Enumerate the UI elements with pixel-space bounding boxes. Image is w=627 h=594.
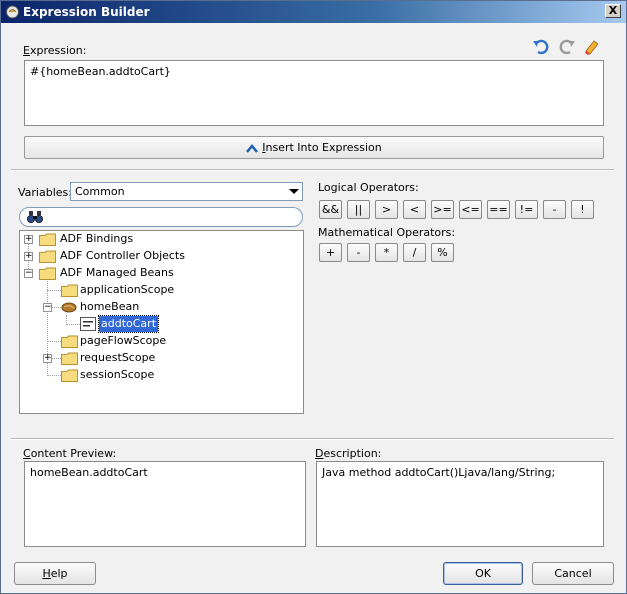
collapse-icon[interactable]: −	[43, 303, 52, 312]
operator-neq-button[interactable]: !=	[515, 200, 538, 219]
separator-bottom	[11, 438, 614, 440]
window-title: Expression Builder	[23, 5, 150, 19]
tree-guide	[47, 290, 61, 291]
tree-node-label: applicationScope	[80, 283, 175, 296]
operator-gte-button[interactable]: >=	[431, 200, 454, 219]
content-preview-value: homeBean.addtoCart	[30, 466, 148, 479]
dropdown-arrow-icon	[289, 189, 299, 194]
operator-lt-button[interactable]: <	[403, 200, 426, 219]
operator-eq-button[interactable]: ==	[487, 200, 510, 219]
logical-operators-label: Logical Operators:	[318, 181, 419, 194]
separator-top	[11, 169, 614, 171]
operator-gt-button[interactable]: >	[375, 200, 398, 219]
tree-guide	[66, 315, 67, 323]
folder-icon	[61, 335, 78, 348]
expression-input[interactable]: #{homeBean.addtoCart}	[24, 60, 604, 126]
folder-open-icon	[39, 267, 56, 280]
tree-node-label: pageFlowScope	[80, 334, 167, 347]
variables-selected-value: Common	[75, 185, 125, 198]
tree-guide	[47, 375, 61, 376]
help-button[interactable]: Help	[14, 562, 96, 585]
variables-select[interactable]: Common	[70, 182, 303, 201]
folder-icon	[61, 284, 78, 297]
tree-guide	[52, 358, 61, 359]
description-box: Java method addtoCart()Ljava/lang/String…	[316, 461, 604, 547]
eraser-icon[interactable]	[583, 38, 601, 56]
variables-tree[interactable]: + ADF Bindings + ADF Controller Objects …	[19, 230, 304, 414]
tree-node-label: addtoCart	[97, 315, 160, 333]
app-icon	[6, 5, 19, 19]
operator-not-button[interactable]: !	[571, 200, 594, 219]
folder-icon	[39, 233, 56, 246]
folder-icon	[39, 250, 56, 263]
expand-icon[interactable]: +	[24, 252, 33, 261]
method-icon	[80, 317, 96, 331]
operator-subtract-button[interactable]: -	[347, 243, 370, 262]
description-label: Description:	[315, 447, 382, 460]
tree-node-label: sessionScope	[80, 368, 155, 381]
chevron-up-icon	[246, 143, 259, 153]
expression-label: Expression:	[23, 44, 87, 57]
variables-label: Variables:	[18, 186, 72, 199]
tree-node-label: ADF Managed Beans	[60, 266, 174, 279]
description-value: Java method addtoCart()Ljava/lang/String…	[322, 466, 556, 479]
expression-builder-dialog: Expression Builder X Expression: #{homeB…	[0, 0, 627, 594]
operator-or-button[interactable]: ||	[347, 200, 370, 219]
tree-guide	[47, 341, 61, 342]
folder-icon	[61, 352, 78, 365]
tree-node-label: ADF Controller Objects	[60, 249, 185, 262]
operator-plus-button[interactable]: +	[319, 243, 342, 262]
undo-icon[interactable]	[532, 38, 550, 56]
expand-icon[interactable]: +	[24, 235, 33, 244]
tree-guide	[66, 324, 80, 325]
variables-search-input[interactable]	[19, 207, 303, 227]
mathematical-operators-label: Mathematical Operators:	[318, 226, 456, 239]
operator-modulo-button[interactable]: %	[431, 243, 454, 262]
folder-icon	[61, 369, 78, 382]
tree-node-label: homeBean	[80, 300, 140, 313]
title-bar: Expression Builder X	[1, 1, 626, 23]
binoculars-icon	[27, 211, 43, 223]
operator-minus-button[interactable]: -	[543, 200, 566, 219]
operator-and-button[interactable]: &&	[319, 200, 342, 219]
expand-icon[interactable]: +	[43, 354, 52, 363]
bean-icon	[61, 302, 77, 313]
tree-guide	[52, 307, 61, 308]
close-button[interactable]: X	[605, 4, 621, 18]
tree-node-label: requestScope	[80, 351, 156, 364]
redo-icon[interactable]	[558, 38, 576, 56]
tree-node-label: ADF Bindings	[60, 232, 134, 245]
expression-value: #{homeBean.addtoCart}	[30, 65, 171, 78]
cancel-button[interactable]: Cancel	[532, 562, 614, 585]
collapse-icon[interactable]: −	[24, 269, 33, 278]
close-icon: X	[608, 4, 618, 17]
ok-button[interactable]: OK	[443, 562, 523, 585]
operator-multiply-button[interactable]: *	[375, 243, 398, 262]
content-preview-label: Content Preview:	[23, 447, 117, 460]
operator-lte-button[interactable]: <=	[459, 200, 482, 219]
operator-divide-button[interactable]: /	[403, 243, 426, 262]
content-preview-box: homeBean.addtoCart	[24, 461, 306, 547]
insert-into-expression-button[interactable]: Insert Into Expression	[24, 136, 604, 159]
